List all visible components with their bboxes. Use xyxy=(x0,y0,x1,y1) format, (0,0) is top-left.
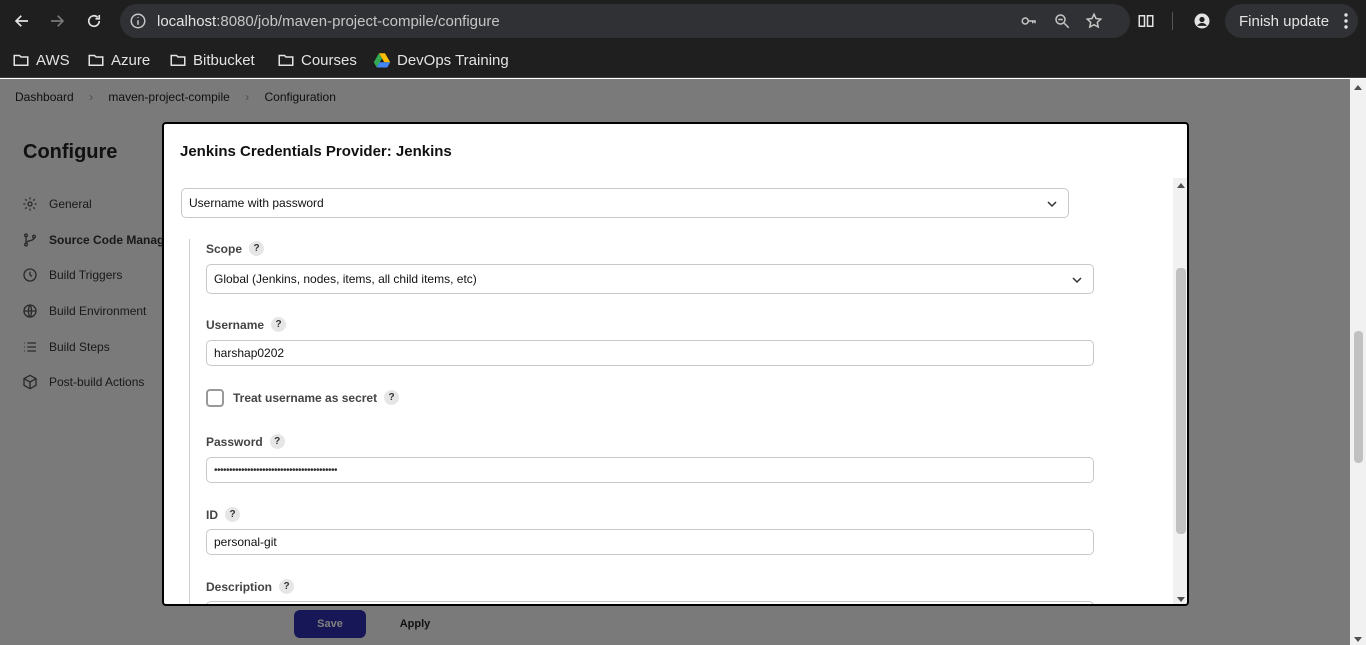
password-label: Password ? xyxy=(206,434,285,449)
scroll-up-arrow-icon[interactable] xyxy=(1177,183,1185,188)
treat-secret-label: Treat username as secret ? xyxy=(233,390,400,405)
finish-update-button[interactable]: Finish update xyxy=(1225,4,1358,38)
kind-value: Username with password xyxy=(189,196,324,210)
treat-username-secret-checkbox[interactable] xyxy=(206,389,224,407)
username-label-text: Username xyxy=(206,317,265,332)
url-path: :8080/job/maven-project-compile/configur… xyxy=(216,13,500,30)
scroll-up-arrow-icon[interactable] xyxy=(1354,85,1362,90)
back-button[interactable] xyxy=(6,5,38,37)
book-icon xyxy=(1138,15,1154,27)
site-info-icon[interactable] xyxy=(129,12,147,30)
chevron-down-icon xyxy=(1072,277,1082,284)
username-field[interactable]: harshap0202 xyxy=(206,340,1094,366)
arrow-right-icon xyxy=(51,15,65,27)
toolbar-divider xyxy=(1172,12,1173,30)
bookmark-label: AWS xyxy=(36,51,70,69)
finish-update-label: Finish update xyxy=(1239,12,1330,30)
reload-button[interactable] xyxy=(78,5,110,37)
treat-secret-help-icon[interactable]: ? xyxy=(384,390,400,405)
dialog-title: Jenkins Credentials Provider: Jenkins xyxy=(180,143,452,160)
reading-mode-button[interactable] xyxy=(1130,5,1162,37)
folder-icon xyxy=(88,54,104,66)
description-help-icon[interactable]: ? xyxy=(279,579,295,594)
avatar-icon xyxy=(1194,13,1210,29)
chevron-down-icon xyxy=(1047,201,1057,208)
forward-button[interactable] xyxy=(41,5,73,37)
scroll-down-arrow-icon[interactable] xyxy=(1177,597,1185,602)
username-help-icon[interactable]: ? xyxy=(271,317,287,332)
folder-icon xyxy=(278,54,294,66)
dialog-scrollbar[interactable] xyxy=(1173,178,1187,604)
scope-label-text: Scope xyxy=(206,241,243,256)
folder-icon xyxy=(170,54,186,66)
bookmark-devops-training[interactable]: DevOps Training xyxy=(373,50,509,70)
page-scrollbar[interactable] xyxy=(1350,79,1366,645)
password-field[interactable]: ••••••••••••••••••••••••••••••••••••••••… xyxy=(206,457,1094,483)
url-host: localhost xyxy=(157,13,217,30)
arrow-left-icon xyxy=(14,15,28,27)
bookmark-label: Courses xyxy=(301,51,357,69)
bookmark-bitbucket[interactable]: Bitbucket xyxy=(169,50,255,70)
bookmark-label: DevOps Training xyxy=(397,51,509,69)
password-help-icon[interactable]: ? xyxy=(269,434,285,449)
drive-icon xyxy=(373,53,391,68)
bookmark-azure[interactable]: Azure xyxy=(87,50,150,70)
dialog-scroll-thumb[interactable] xyxy=(1176,268,1186,534)
key-icon[interactable] xyxy=(1020,12,1038,30)
credentials-dialog: Jenkins Credentials Provider: Jenkins Us… xyxy=(162,122,1189,606)
scope-label: Scope ? xyxy=(206,241,265,256)
description-label: Description ? xyxy=(206,579,295,594)
section-indent-line xyxy=(189,239,190,604)
more-icon xyxy=(1344,13,1348,29)
zoom-icon[interactable] xyxy=(1053,12,1071,30)
scope-help-icon[interactable]: ? xyxy=(249,241,265,256)
scope-value: Global (Jenkins, nodes, items, all child… xyxy=(214,272,477,286)
bookmark-courses[interactable]: Courses xyxy=(277,50,357,70)
id-label: ID ? xyxy=(206,507,240,522)
username-label: Username ? xyxy=(206,317,287,332)
address-bar[interactable]: localhost:8080/job/maven-project-compile… xyxy=(120,4,1130,38)
page-scroll-thumb[interactable] xyxy=(1354,331,1363,463)
kind-select[interactable]: Username with password xyxy=(181,188,1069,218)
id-label-text: ID xyxy=(206,507,218,522)
folder-icon xyxy=(13,54,29,66)
treat-secret-label-text: Treat username as secret xyxy=(233,390,378,405)
bookmark-label: Bitbucket xyxy=(193,51,255,69)
bookmark-aws[interactable]: AWS xyxy=(12,50,70,70)
description-label-text: Description xyxy=(206,579,273,594)
id-help-icon[interactable]: ? xyxy=(225,507,240,522)
description-field[interactable] xyxy=(206,601,1094,604)
id-field[interactable]: personal-git xyxy=(206,529,1094,555)
dialog-body: Username with password Scope ? Global (J… xyxy=(164,178,1173,604)
star-icon[interactable] xyxy=(1085,12,1103,30)
profile-button[interactable] xyxy=(1186,5,1218,37)
password-label-text: Password xyxy=(206,434,263,449)
reload-icon xyxy=(87,14,101,28)
bookmark-label: Azure xyxy=(111,51,151,69)
scroll-down-arrow-icon[interactable] xyxy=(1354,637,1362,642)
url-text: localhost:8080/job/maven-project-compile… xyxy=(157,13,500,30)
bookmarks-bar: AWS Azure Bitbucket Courses DevOps Train… xyxy=(0,42,1366,78)
scope-select[interactable]: Global (Jenkins, nodes, items, all child… xyxy=(206,264,1094,294)
browser-toolbar: localhost:8080/job/maven-project-compile… xyxy=(0,0,1366,42)
